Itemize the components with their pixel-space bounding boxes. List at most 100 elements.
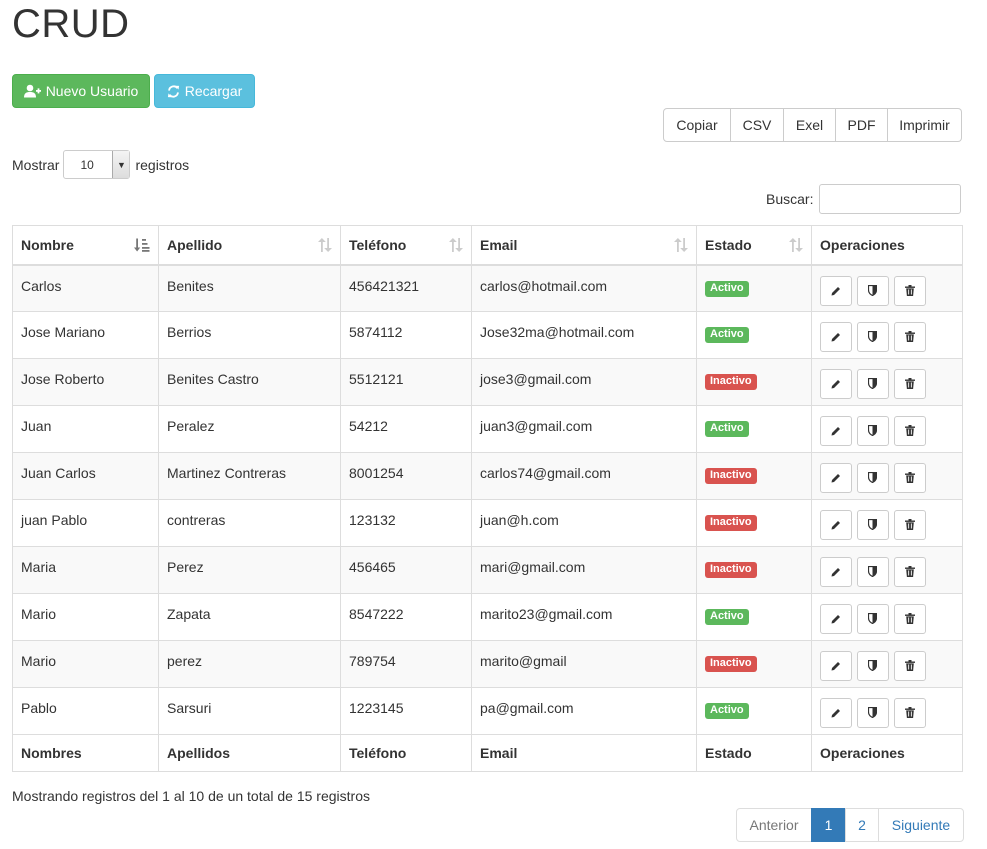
cell-telefono: 5512121 — [340, 358, 472, 406]
edit-button[interactable] — [820, 698, 852, 728]
cell-operaciones — [811, 452, 963, 500]
chevron-down-icon: ▼ — [112, 151, 130, 178]
status-badge: Inactivo — [705, 515, 757, 531]
pencil-icon — [831, 423, 841, 439]
status-badge: Inactivo — [705, 562, 757, 578]
pagination-page-1[interactable]: 1 — [811, 808, 846, 842]
delete-button[interactable] — [893, 604, 926, 634]
toggle-status-button[interactable] — [856, 604, 889, 634]
cell-operaciones — [811, 264, 963, 312]
new-user-button[interactable]: Nuevo Usuario — [12, 74, 150, 108]
pencil-icon — [831, 564, 841, 580]
status-badge: Activo — [705, 703, 749, 719]
edit-button[interactable] — [820, 369, 852, 399]
cell-operaciones — [811, 499, 963, 547]
toggle-status-button[interactable] — [856, 463, 889, 493]
edit-button[interactable] — [820, 416, 852, 446]
edit-button[interactable] — [820, 463, 852, 493]
toggle-status-button[interactable] — [856, 698, 889, 728]
copy-button[interactable]: Copiar — [663, 108, 731, 142]
table-row: Mario perez 789754 marito@gmail Inactivo — [12, 640, 963, 688]
trash-icon — [904, 658, 915, 674]
delete-button[interactable] — [893, 322, 926, 352]
table-row: Mario Zapata 8547222 marito23@gmail.com Acti… — [12, 593, 963, 641]
column-header-label: Nombre — [21, 236, 74, 253]
page-length-control: Mostrar 10 ▼ registros — [12, 150, 189, 179]
edit-button[interactable] — [820, 604, 852, 634]
column-header-telefono[interactable]: Teléfono — [340, 225, 472, 266]
shield-icon — [868, 283, 878, 299]
table-row: Jose Roberto Benites Castro 5512121 jose3@g… — [12, 358, 963, 406]
delete-button[interactable] — [893, 698, 926, 728]
shield-icon — [868, 470, 878, 486]
table-row: Carlos Benites 456421321 carlos@hotmail.com… — [12, 264, 963, 312]
delete-button[interactable] — [893, 651, 926, 681]
table-header-row: Nombre Apellido Teléfono Email Estado Op… — [12, 225, 963, 266]
length-label-after: registros — [135, 156, 190, 173]
reload-button[interactable]: Recargar — [154, 74, 255, 108]
excel-button[interactable]: Exel — [784, 108, 836, 142]
trash-icon — [904, 564, 915, 580]
pagination-page-2[interactable]: 2 — [845, 808, 879, 842]
column-header-label: Email — [480, 236, 518, 253]
status-badge: Activo — [705, 280, 749, 297]
cell-apellido: Zapata — [158, 593, 341, 641]
edit-button[interactable] — [820, 275, 852, 306]
column-header-apellido[interactable]: Apellido — [158, 225, 341, 266]
pdf-button[interactable]: PDF — [836, 108, 888, 142]
toggle-status-button[interactable] — [856, 369, 889, 399]
sort-alpha-asc-icon — [134, 238, 150, 252]
trash-icon — [904, 470, 915, 486]
toggle-status-button[interactable] — [856, 510, 889, 540]
delete-button[interactable] — [893, 557, 926, 587]
pagination-next[interactable]: Siguiente — [878, 808, 964, 842]
sort-icon — [789, 238, 803, 252]
status-badge: Activo — [705, 609, 749, 625]
status-badge: Activo — [705, 327, 749, 343]
edit-button[interactable] — [820, 651, 852, 681]
users-table: Nombre Apellido Teléfono Email Estado Op… — [12, 225, 963, 772]
search-input[interactable] — [819, 184, 962, 214]
delete-button[interactable] — [893, 510, 926, 540]
toggle-status-button[interactable] — [856, 651, 889, 681]
table-row: Juan Carlos Martinez Contreras 8001254 carl… — [12, 452, 963, 500]
cell-estado: Activo — [696, 405, 812, 453]
cell-apellido: contreras — [158, 499, 341, 547]
status-badge: Inactivo — [705, 374, 757, 390]
page-length-select[interactable]: 10 ▼ — [63, 150, 131, 179]
pencil-icon — [831, 611, 841, 627]
delete-button[interactable] — [893, 369, 926, 399]
delete-button[interactable] — [893, 275, 926, 306]
delete-button[interactable] — [893, 463, 926, 493]
column-header-estado[interactable]: Estado — [696, 225, 812, 266]
cell-email: carlos74@gmail.com — [471, 452, 697, 500]
trash-icon — [904, 376, 915, 392]
table-footer-row: Nombres Apellidos Teléfono Email Estado … — [12, 734, 963, 772]
cell-nombre: Mario — [12, 640, 159, 688]
toggle-status-button[interactable] — [856, 322, 889, 352]
toggle-status-button[interactable] — [856, 416, 889, 446]
cell-telefono: 8001254 — [340, 452, 472, 500]
column-header-email[interactable]: Email — [471, 225, 697, 266]
search-label: Buscar: — [766, 191, 814, 207]
table-body: Carlos Benites 456421321 carlos@hotmail.com… — [12, 264, 963, 735]
pencil-icon — [831, 283, 841, 299]
cell-telefono: 5874112 — [340, 311, 472, 359]
pencil-icon — [831, 329, 841, 345]
print-button[interactable]: Imprimir — [888, 108, 962, 142]
edit-button[interactable] — [820, 557, 852, 587]
cell-estado: Inactivo — [696, 499, 812, 547]
csv-button[interactable]: CSV — [731, 108, 784, 142]
cell-operaciones — [811, 593, 963, 641]
toggle-status-button[interactable] — [856, 557, 889, 587]
column-header-nombre[interactable]: Nombre — [12, 225, 159, 266]
sort-icon — [318, 238, 332, 252]
column-header-label: Apellido — [167, 236, 223, 253]
cell-operaciones — [811, 358, 963, 406]
delete-button[interactable] — [893, 416, 926, 446]
pagination-prev[interactable]: Anterior — [736, 808, 812, 842]
cell-apellido: perez — [158, 640, 341, 688]
edit-button[interactable] — [820, 510, 852, 540]
toggle-status-button[interactable] — [856, 275, 889, 306]
edit-button[interactable] — [820, 322, 852, 352]
